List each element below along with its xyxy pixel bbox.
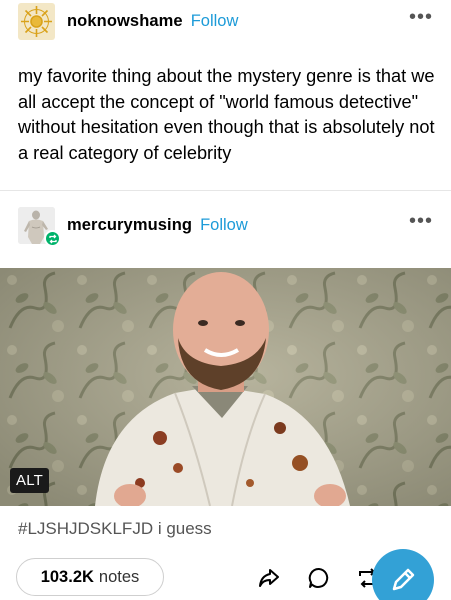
- pencil-icon: [392, 568, 415, 591]
- compose-button[interactable]: [372, 549, 434, 600]
- username[interactable]: noknowshame: [67, 12, 183, 31]
- username[interactable]: mercurymusing: [67, 216, 192, 235]
- post-header: noknowshame Follow •••: [18, 1, 433, 41]
- notes-label: notes: [98, 567, 140, 586]
- avatar[interactable]: [18, 2, 55, 40]
- post-tags[interactable]: #LJSHJDSKLFJD i guess: [18, 519, 212, 539]
- more-options-icon[interactable]: •••: [409, 7, 433, 27]
- reply-icon[interactable]: [307, 566, 331, 590]
- post-body-text: my favorite thing about the mystery genr…: [18, 66, 435, 163]
- more-options-icon[interactable]: •••: [409, 211, 433, 231]
- post-image[interactable]: ALT: [0, 268, 451, 506]
- share-icon[interactable]: [257, 566, 281, 590]
- follow-button[interactable]: Follow: [200, 216, 248, 235]
- divider: [0, 190, 451, 191]
- sun-emblem-icon: [21, 5, 52, 37]
- reblog-header: mercurymusing Follow •••: [18, 205, 433, 247]
- alt-text-button[interactable]: ALT: [10, 468, 49, 493]
- notes-button[interactable]: 103.2K notes: [16, 558, 164, 596]
- reblog-badge-icon: [44, 230, 61, 247]
- photo-man-smiling: [0, 268, 451, 506]
- notes-count: 103.2K: [40, 567, 94, 586]
- follow-button[interactable]: Follow: [191, 12, 239, 31]
